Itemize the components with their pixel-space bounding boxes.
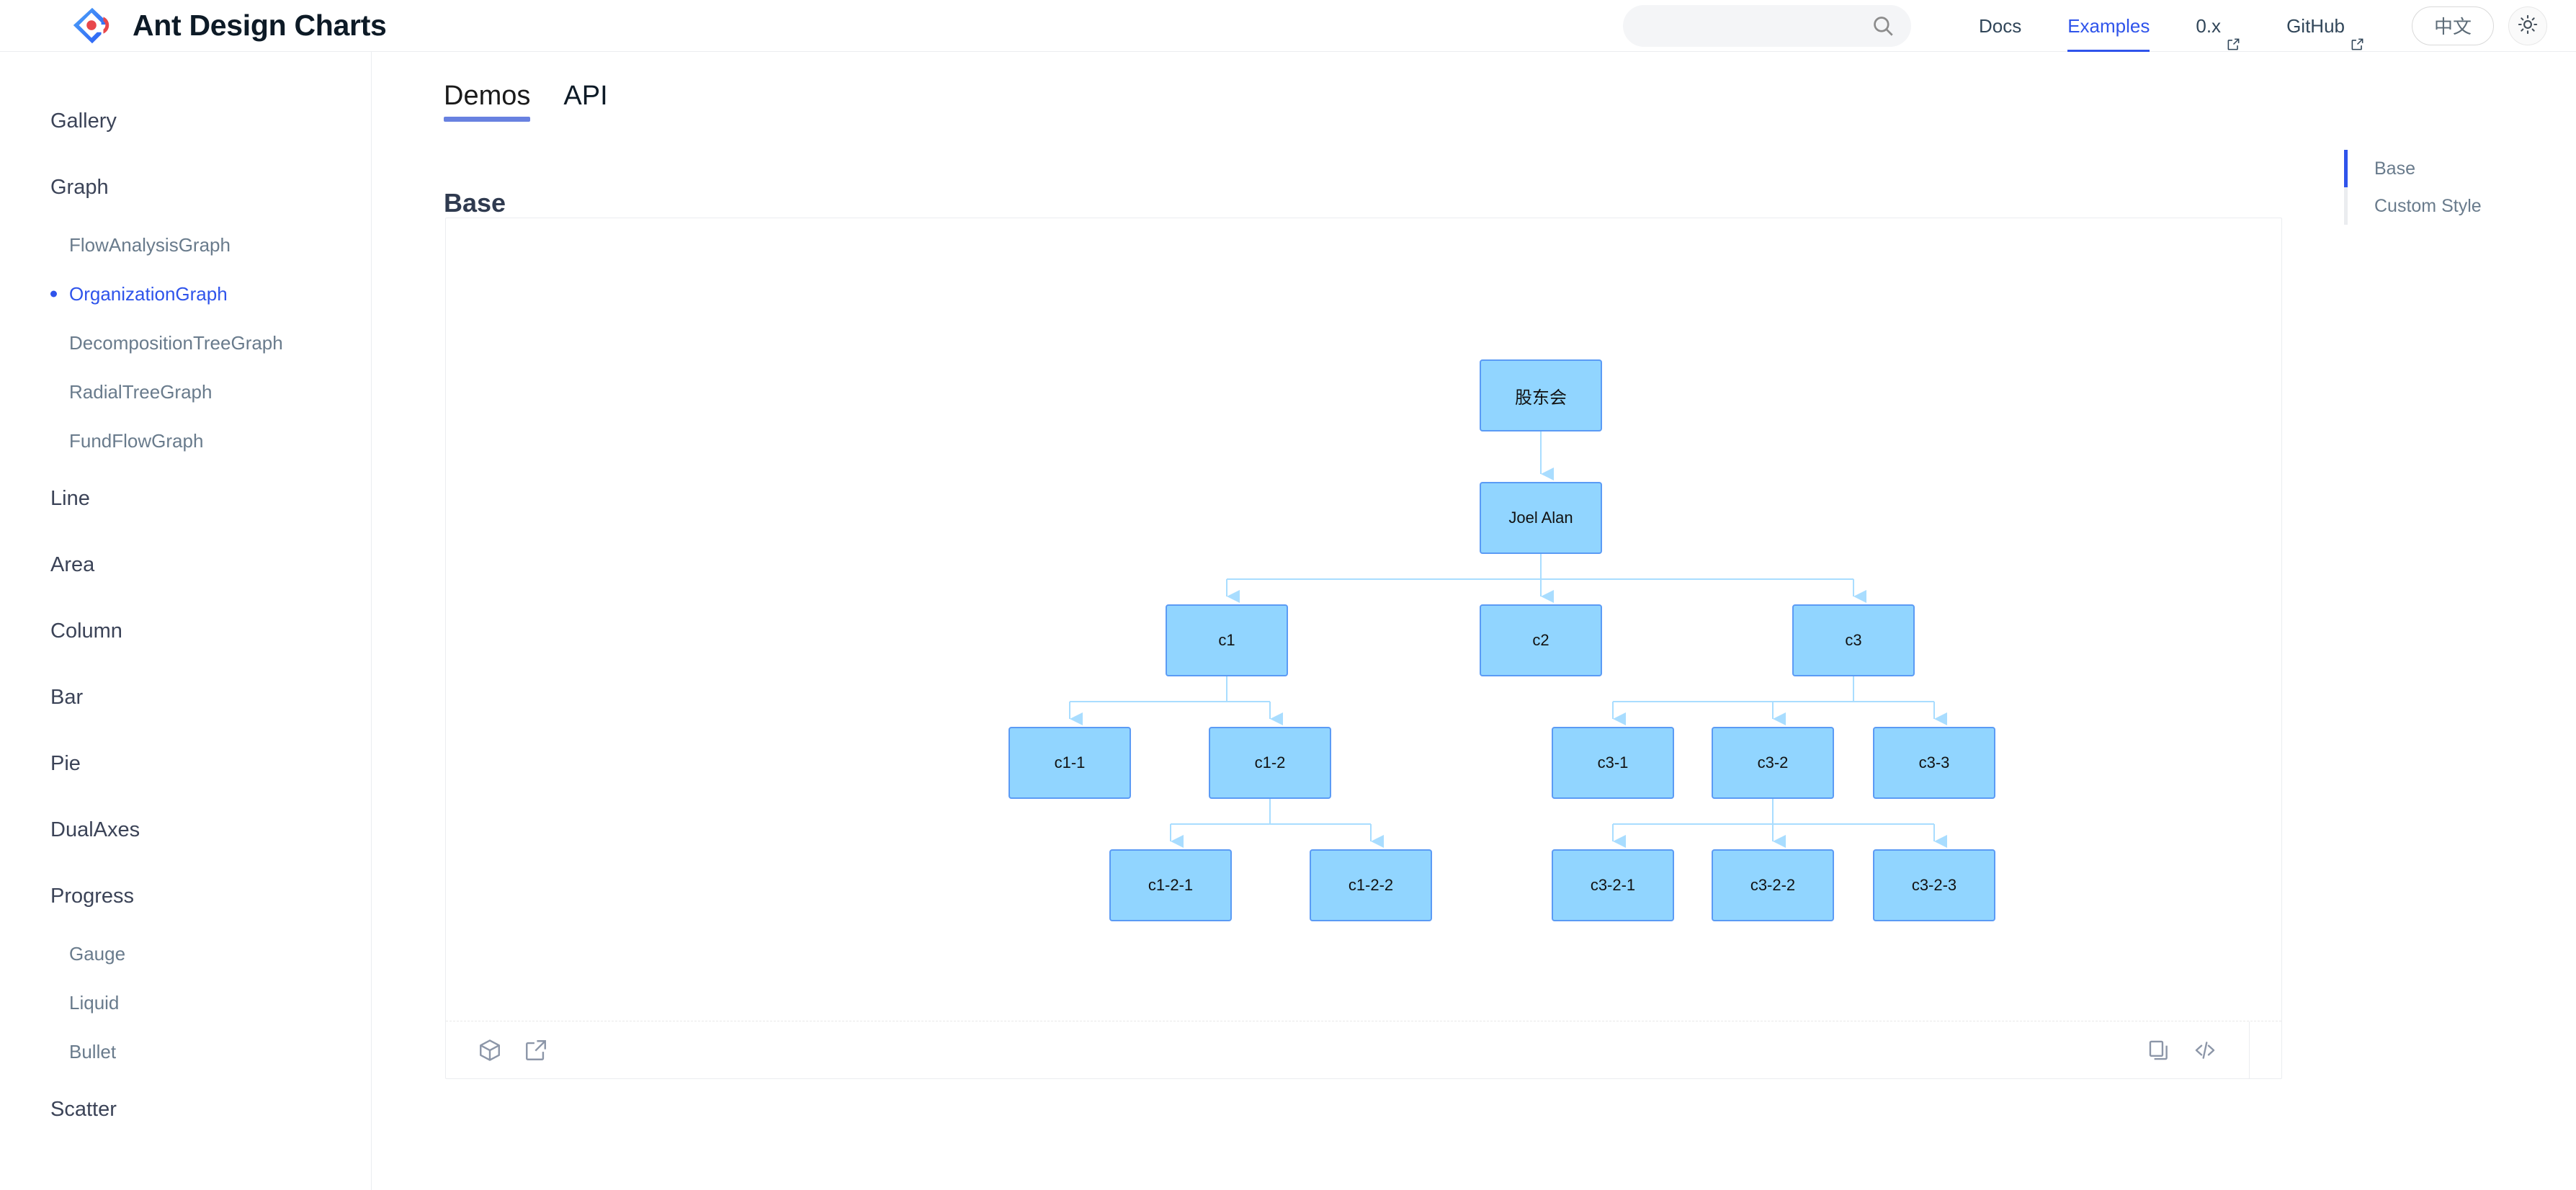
- sidebar: Gallery Graph FlowAnalysisGraph Organiza…: [0, 52, 372, 1190]
- toc-item-custom-style[interactable]: Custom Style: [2344, 187, 2560, 225]
- theme-toggle-button[interactable]: [2508, 6, 2547, 45]
- toolbar-divider: [2249, 1021, 2250, 1079]
- search-icon[interactable]: [1871, 14, 1895, 38]
- code-brackets-icon[interactable]: [2193, 1038, 2217, 1062]
- org-edge-bus: [1613, 799, 1934, 825]
- org-node-c3-1[interactable]: c3-1: [1552, 727, 1674, 799]
- nav-link-docs[interactable]: Docs: [1956, 0, 2044, 52]
- antv-logo-icon: [69, 4, 114, 48]
- nav-label: 0.x: [2196, 14, 2222, 37]
- demo-card-toolbar: [446, 1021, 2281, 1079]
- toc-item-base[interactable]: Base: [2344, 150, 2560, 187]
- brand-title: Ant Design Charts: [133, 9, 387, 42]
- external-link-icon[interactable]: [524, 1038, 548, 1062]
- sidebar-group-scatter[interactable]: Scatter: [0, 1076, 371, 1142]
- toolbar-left: [478, 1038, 548, 1062]
- language-toggle-button[interactable]: 中文: [2411, 6, 2494, 45]
- org-node-c2[interactable]: c2: [1480, 604, 1602, 676]
- org-node-joel[interactable]: Joel Alan: [1480, 482, 1602, 554]
- external-link-icon: [2227, 19, 2240, 50]
- sidebar-group-bar[interactable]: Bar: [0, 664, 371, 730]
- site-header: Ant Design Charts Docs Examples 0.x GitH…: [0, 0, 2576, 52]
- sidebar-item-radialtreegraph[interactable]: RadialTreeGraph: [0, 367, 371, 416]
- org-node-c3[interactable]: c3: [1792, 604, 1915, 676]
- sidebar-group-area[interactable]: Area: [0, 532, 371, 598]
- nav-link-github[interactable]: GitHub: [2263, 0, 2387, 52]
- organization-graph-canvas[interactable]: 股东会 Joel Alan c1 c2 c3 c1-1 c1-2 c3-1 c3-2 c3-3 c1…: [446, 218, 2281, 1021]
- org-node-c1[interactable]: c1: [1166, 604, 1288, 676]
- nav-link-0x[interactable]: 0.x: [2173, 0, 2263, 52]
- org-node-c1-2-2[interactable]: c1-2-2: [1310, 849, 1432, 921]
- nav-label: GitHub: [2286, 14, 2345, 37]
- org-node-c3-2-3[interactable]: c3-2-3: [1873, 849, 1995, 921]
- page-title: Base: [444, 188, 506, 218]
- search-input[interactable]: [1638, 15, 1871, 36]
- org-node-c3-2[interactable]: c3-2: [1712, 727, 1834, 799]
- sidebar-group-pie[interactable]: Pie: [0, 730, 371, 797]
- external-link-icon: [2351, 19, 2364, 50]
- sidebar-item-bullet[interactable]: Bullet: [0, 1027, 371, 1076]
- org-edge-bus: [1070, 676, 1270, 702]
- nav-link-examples[interactable]: Examples: [2044, 0, 2173, 52]
- toolbar-right: [2147, 1021, 2250, 1079]
- org-node-root[interactable]: 股东会: [1480, 359, 1602, 431]
- codesandbox-icon[interactable]: [478, 1038, 502, 1062]
- search-box[interactable]: [1622, 4, 1911, 47]
- sidebar-item-flowanalysisgraph[interactable]: FlowAnalysisGraph: [0, 220, 371, 269]
- sidebar-item-gauge[interactable]: Gauge: [0, 929, 371, 978]
- brand[interactable]: Ant Design Charts: [69, 4, 387, 48]
- main-nav: Docs Examples 0.x GitHub: [1956, 0, 2387, 52]
- org-edge-bus: [1227, 554, 1853, 580]
- tab-demos[interactable]: Demos: [444, 81, 531, 122]
- sidebar-group-graph[interactable]: Graph: [0, 154, 371, 220]
- nav-label: Examples: [2067, 14, 2150, 37]
- sidebar-group-column[interactable]: Column: [0, 598, 371, 664]
- content-tabs: Demos API: [444, 52, 2576, 122]
- header-right: Docs Examples 0.x GitHub 中文: [1622, 0, 2547, 52]
- sidebar-item-liquid[interactable]: Liquid: [0, 978, 371, 1027]
- sidebar-item-fundflowgraph[interactable]: FundFlowGraph: [0, 416, 371, 465]
- org-edge-bus: [1613, 676, 1934, 702]
- org-edge-bus: [1171, 799, 1371, 825]
- demo-card: 股东会 Joel Alan c1 c2 c3 c1-1 c1-2 c3-1 c3-2 c3-3 c1…: [445, 218, 2282, 1079]
- sidebar-item-organizationgraph[interactable]: OrganizationGraph: [0, 269, 371, 318]
- tab-api[interactable]: API: [563, 81, 607, 122]
- sun-icon: [2518, 14, 2538, 37]
- org-node-c3-2-1[interactable]: c3-2-1: [1552, 849, 1674, 921]
- sidebar-group-gallery[interactable]: Gallery: [0, 88, 371, 154]
- copy-icon[interactable]: [2147, 1038, 2171, 1062]
- nav-label: Docs: [1978, 14, 2022, 37]
- sidebar-group-progress[interactable]: Progress: [0, 863, 371, 929]
- org-node-c3-2-2[interactable]: c3-2-2: [1712, 849, 1834, 921]
- org-node-c1-2-1[interactable]: c1-2-1: [1109, 849, 1232, 921]
- sidebar-group-line[interactable]: Line: [0, 465, 371, 532]
- sidebar-group-dualaxes[interactable]: DualAxes: [0, 797, 371, 863]
- org-node-c1-2[interactable]: c1-2: [1209, 727, 1331, 799]
- page-toc: Base Custom Style: [2344, 150, 2560, 225]
- org-node-c3-3[interactable]: c3-3: [1873, 727, 1995, 799]
- org-node-c1-1[interactable]: c1-1: [1009, 727, 1131, 799]
- sidebar-item-decompositiontreegraph[interactable]: DecompositionTreeGraph: [0, 318, 371, 367]
